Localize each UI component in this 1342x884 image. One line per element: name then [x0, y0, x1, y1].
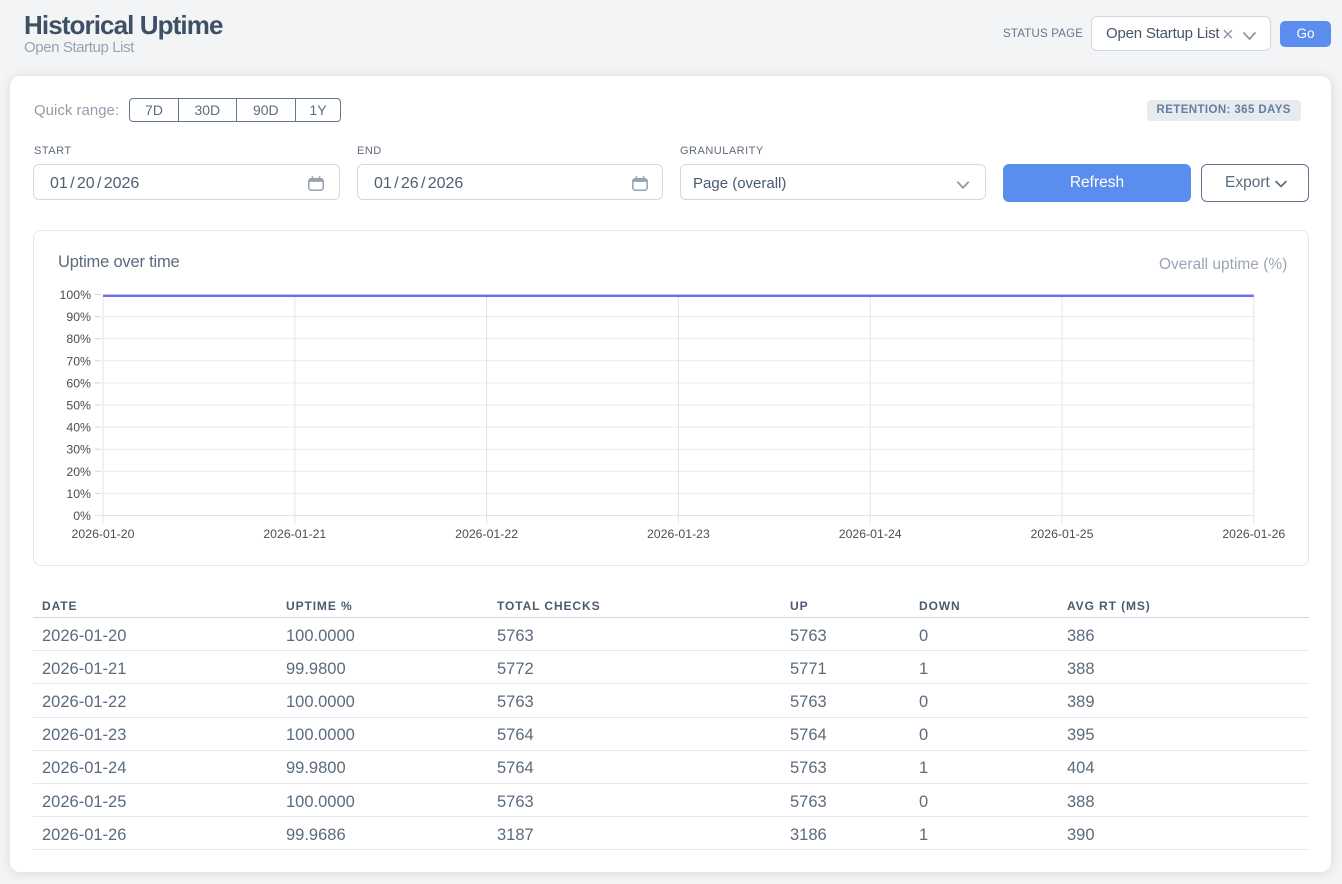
svg-text:2026-01-25: 2026-01-25 — [1031, 527, 1094, 541]
svg-text:2026-01-21: 2026-01-21 — [263, 527, 326, 541]
svg-text:50%: 50% — [66, 399, 91, 413]
svg-text:20%: 20% — [66, 465, 91, 479]
svg-text:70%: 70% — [66, 354, 91, 368]
svg-text:40%: 40% — [66, 421, 91, 435]
svg-text:60%: 60% — [66, 376, 91, 390]
svg-text:0%: 0% — [73, 509, 91, 523]
svg-text:30%: 30% — [66, 443, 91, 457]
svg-text:2026-01-26: 2026-01-26 — [1222, 527, 1285, 541]
svg-text:2026-01-22: 2026-01-22 — [455, 527, 518, 541]
svg-text:80%: 80% — [66, 332, 91, 346]
svg-text:100%: 100% — [60, 288, 92, 302]
svg-text:2026-01-24: 2026-01-24 — [839, 527, 902, 541]
svg-text:10%: 10% — [66, 487, 91, 501]
svg-text:2026-01-23: 2026-01-23 — [647, 527, 710, 541]
svg-text:90%: 90% — [66, 310, 91, 324]
svg-text:2026-01-20: 2026-01-20 — [72, 527, 135, 541]
